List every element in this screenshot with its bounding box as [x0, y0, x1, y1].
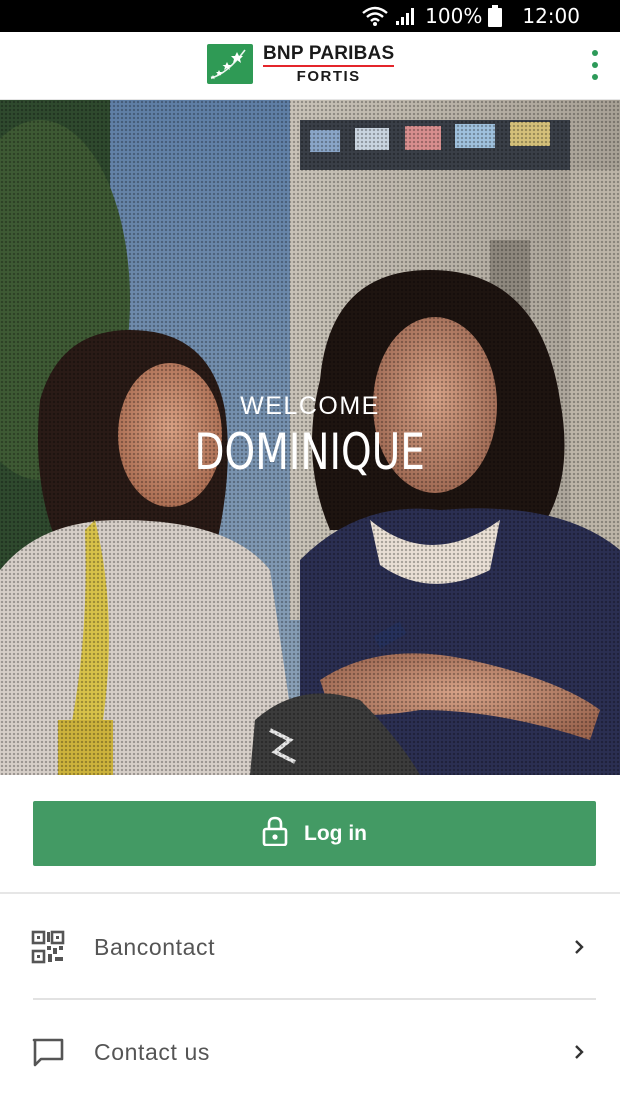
menu-item-bancontact[interactable]: Bancontact: [0, 895, 620, 999]
section-divider: [0, 892, 620, 894]
hero-banner: WELCOME DOMINIQUE: [0, 100, 620, 775]
logo-line-2: FORTIS: [296, 67, 361, 85]
logo-stars-icon: [207, 43, 253, 84]
logo-line-1: BNP PARIBAS: [263, 44, 395, 67]
chevron-right-icon: [572, 938, 586, 956]
menu-item-label: Bancontact: [94, 933, 216, 960]
wifi-icon: [361, 6, 389, 26]
signal-icon: [395, 6, 417, 26]
kebab-menu-icon[interactable]: [588, 50, 602, 80]
bank-logo: BNP PARIBAS FORTIS: [207, 43, 395, 85]
chevron-right-icon: [572, 1043, 586, 1061]
battery-percent: 100%: [425, 4, 483, 28]
logo-wordmark: BNP PARIBAS FORTIS: [263, 44, 395, 85]
clock: 12:00: [522, 4, 580, 28]
welcome-block: WELCOME DOMINIQUE: [0, 392, 620, 481]
battery-icon: [488, 5, 503, 27]
welcome-label: WELCOME: [240, 392, 380, 420]
login-label: Log in: [304, 821, 367, 845]
lock-icon: [262, 816, 288, 851]
login-button[interactable]: Log in: [33, 801, 596, 866]
app-header: BNP PARIBAS FORTIS: [0, 32, 620, 100]
status-bar: 100% 12:00: [0, 0, 620, 32]
user-name: DOMINIQUE: [194, 423, 426, 481]
menu-item-contact-us[interactable]: Contact us: [0, 1000, 620, 1104]
chat-bubble-icon: [31, 1035, 65, 1069]
qr-code-icon: [31, 930, 65, 964]
menu-item-label: Contact us: [94, 1038, 210, 1065]
